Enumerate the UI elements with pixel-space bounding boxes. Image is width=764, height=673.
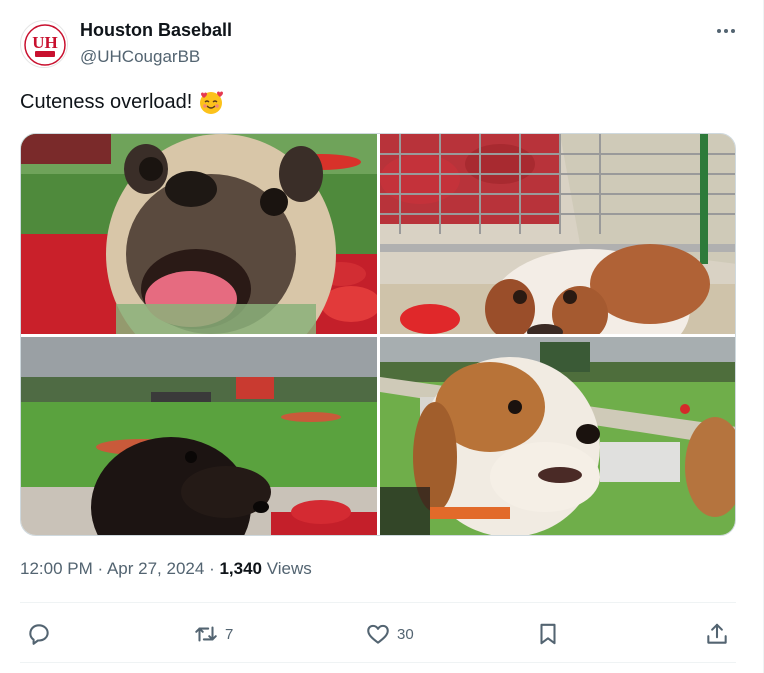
retweet-button[interactable]: 7 bbox=[193, 620, 233, 648]
svg-text:UH: UH bbox=[32, 33, 58, 52]
handle[interactable]: @UHCougarBB bbox=[80, 47, 200, 67]
more-options-icon[interactable] bbox=[712, 20, 740, 42]
avatar[interactable]: UH bbox=[20, 20, 68, 68]
display-name[interactable]: Houston Baseball bbox=[80, 20, 232, 41]
timestamp-date[interactable]: Apr 27, 2024 bbox=[107, 559, 204, 578]
bookmark-button[interactable] bbox=[535, 620, 561, 648]
reply-icon bbox=[29, 624, 49, 645]
reply-button[interactable] bbox=[26, 620, 58, 648]
photo-beagle[interactable] bbox=[380, 337, 735, 535]
retweet-icon bbox=[195, 626, 217, 642]
photo-basset-hound[interactable] bbox=[380, 134, 735, 334]
tweet-meta: 12:00 PM · Apr 27, 2024 · 1,340 Views bbox=[20, 559, 312, 579]
media-grid bbox=[20, 133, 736, 536]
heart-icon bbox=[367, 624, 389, 644]
meta-separator: · bbox=[209, 559, 215, 578]
divider bbox=[20, 602, 736, 603]
uh-logo-icon: UH bbox=[22, 22, 67, 67]
smiling-face-with-hearts-emoji bbox=[200, 91, 224, 114]
meta-separator: · bbox=[97, 559, 104, 578]
bookmark-icon bbox=[540, 623, 556, 645]
like-button[interactable]: 30 bbox=[365, 620, 414, 648]
photo-dachshund[interactable] bbox=[21, 337, 377, 535]
share-icon bbox=[707, 623, 727, 644]
views-label: Views bbox=[266, 559, 312, 578]
tweet-text: Cuteness overload! bbox=[20, 89, 224, 115]
views-count: 1,340 bbox=[219, 559, 263, 578]
tweet-card: UH Houston Baseball @UHCougarBB Cuteness… bbox=[0, 0, 764, 673]
tweet-body: Cuteness overload! bbox=[20, 90, 193, 113]
like-count: 30 bbox=[397, 625, 414, 643]
timestamp-time[interactable]: 12:00 PM bbox=[20, 559, 93, 578]
divider bbox=[20, 662, 736, 663]
photo-pug[interactable] bbox=[21, 134, 377, 334]
share-button[interactable] bbox=[704, 620, 730, 648]
retweet-count: 7 bbox=[225, 625, 234, 643]
